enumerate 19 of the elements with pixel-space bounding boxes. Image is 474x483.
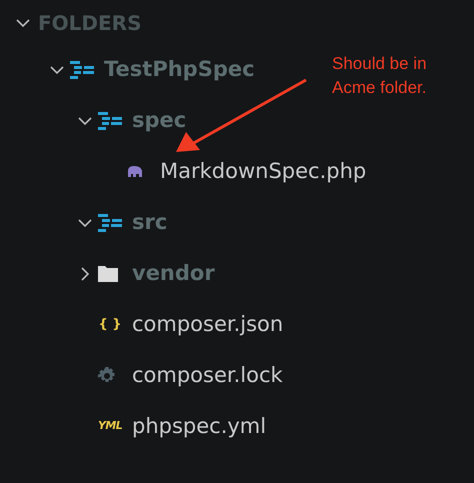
folder-name[interactable]: vendor (132, 258, 215, 290)
gear-icon (98, 366, 116, 384)
project-icon (98, 214, 122, 232)
project-icon (98, 112, 122, 130)
folder-name[interactable]: src (132, 206, 168, 238)
file-name[interactable]: phpspec.yml (132, 410, 266, 442)
annotation-text: Should be in (332, 53, 427, 75)
braces-icon: { } (98, 314, 122, 334)
folder-name[interactable]: spec (132, 104, 186, 136)
annotation-text: Acme folder. (332, 77, 427, 99)
file-name[interactable]: composer.lock (132, 360, 283, 392)
folder-icon (98, 265, 118, 282)
file-name[interactable]: MarkdownSpec.php (160, 156, 366, 188)
elephant-icon (126, 166, 144, 178)
folder-name[interactable]: TestPhpSpec (104, 54, 255, 86)
yaml-icon: YML (98, 418, 128, 435)
section-header[interactable]: FOLDERS (38, 8, 142, 38)
file-name[interactable]: composer.json (132, 308, 284, 340)
project-icon (70, 60, 94, 78)
